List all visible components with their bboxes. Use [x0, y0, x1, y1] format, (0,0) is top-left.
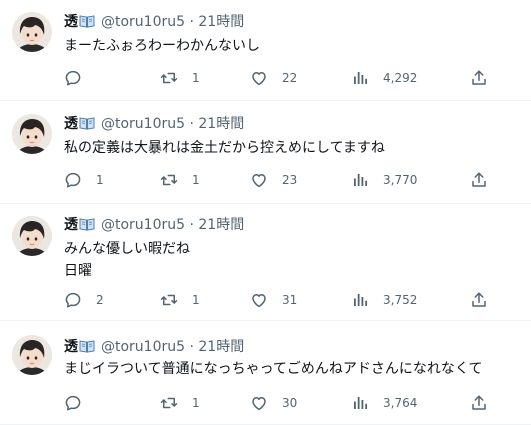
- views-bar-chart-icon: [351, 171, 369, 189]
- timestamp[interactable]: · 21時間: [190, 116, 245, 132]
- reply-button[interactable]: 1: [64, 169, 104, 191]
- like-button[interactable]: 22: [250, 67, 297, 89]
- retweet-icon: [160, 171, 178, 189]
- like-button[interactable]: 31: [250, 289, 297, 311]
- tweet-header: 透 @toru10ru5 · 21時間: [64, 215, 244, 235]
- reply-icon: [64, 291, 82, 309]
- display-name[interactable]: 透: [64, 217, 78, 233]
- retweet-icon: [160, 394, 178, 412]
- tweet-item[interactable]: 透 @toru10ru5 · 21時間まじイラついて普通になっちゃってごめんねアド…: [0, 321, 531, 425]
- timestamp[interactable]: · 21時間: [190, 339, 245, 355]
- reply-count: 2: [96, 293, 104, 307]
- tweet-text-line: まじイラついて普通になっちゃってごめんねアドさんになれなくて: [64, 361, 483, 377]
- retweet-button[interactable]: 1: [160, 67, 200, 89]
- retweet-icon: [160, 69, 178, 87]
- timestamp[interactable]: · 21時間: [190, 217, 245, 233]
- share-button[interactable]: [470, 67, 488, 89]
- user-handle[interactable]: @toru10ru5: [101, 14, 185, 30]
- like-count: 30: [282, 396, 298, 410]
- tweet-text-line: まーたふぉろわーわかんないし: [64, 38, 260, 54]
- tweet-actions: 1 22 4,292: [64, 67, 494, 89]
- tweet-actions: 1 30 3,764: [64, 392, 494, 414]
- user-handle[interactable]: @toru10ru5: [101, 339, 185, 355]
- timestamp[interactable]: · 21時間: [190, 14, 245, 30]
- tweet-header: 透 @toru10ru5 · 21時間: [64, 12, 244, 32]
- reply-button[interactable]: [64, 392, 96, 414]
- tweet-actions: 2 1 31 3,752: [64, 289, 494, 311]
- heart-icon: [250, 69, 268, 87]
- reply-button[interactable]: [64, 67, 96, 89]
- tweet-item[interactable]: 透 @toru10ru5 · 21時間まーたふぉろわーわかんないし 1 22 4,292: [0, 0, 531, 101]
- retweet-icon: [160, 291, 178, 309]
- views-count: 3,764: [383, 396, 418, 410]
- avatar[interactable]: [12, 12, 52, 52]
- retweet-count: 1: [192, 293, 200, 307]
- tweet-feed: 透 @toru10ru5 · 21時間 まーたふぉろわーわかんないし 1 22 4,292…: [0, 0, 531, 425]
- share-icon: [470, 171, 488, 189]
- tweet-actions: 1 1 23 3,770: [64, 169, 494, 191]
- retweet-count: 1: [192, 173, 200, 187]
- share-icon: [470, 69, 488, 87]
- open-book-icon: [79, 14, 95, 34]
- reply-icon: [64, 171, 82, 189]
- like-button[interactable]: 23: [250, 169, 297, 191]
- avatar[interactable]: [12, 216, 52, 256]
- views-count: 3,770: [383, 173, 418, 187]
- open-book-icon: [79, 217, 95, 237]
- tweet-header: 透 @toru10ru5 · 21時間: [64, 337, 244, 357]
- views-button[interactable]: 3,752: [351, 289, 417, 311]
- views-button[interactable]: 4,292: [351, 67, 417, 89]
- reply-icon: [64, 69, 82, 87]
- share-button[interactable]: [470, 289, 488, 311]
- views-bar-chart-icon: [351, 394, 369, 412]
- display-name[interactable]: 透: [64, 339, 78, 355]
- tweet-text-line: 日曜: [64, 263, 92, 279]
- views-count: 4,292: [383, 71, 418, 85]
- like-count: 22: [282, 71, 298, 85]
- share-icon: [470, 394, 488, 412]
- heart-icon: [250, 394, 268, 412]
- avatar[interactable]: [12, 114, 52, 154]
- share-icon: [470, 291, 488, 309]
- display-name[interactable]: 透: [64, 116, 78, 132]
- display-name[interactable]: 透: [64, 14, 78, 30]
- heart-icon: [250, 291, 268, 309]
- open-book-icon: [79, 116, 95, 136]
- open-book-icon: [79, 339, 95, 359]
- retweet-button[interactable]: 1: [160, 289, 200, 311]
- reply-button[interactable]: 2: [64, 289, 104, 311]
- tweet-text: まーたふぉろわーわかんないし: [64, 35, 260, 57]
- tweet-text: みんな優しい暇だね 日曜: [64, 238, 190, 282]
- like-count: 31: [282, 293, 298, 307]
- user-handle[interactable]: @toru10ru5: [101, 116, 185, 132]
- retweet-count: 1: [192, 71, 200, 85]
- tweet-item[interactable]: 透 @toru10ru5 · 21時間私の定義は大暴れは金土だから控えめにしてます…: [0, 101, 531, 204]
- user-handle[interactable]: @toru10ru5: [101, 217, 185, 233]
- retweet-button[interactable]: 1: [160, 169, 200, 191]
- share-button[interactable]: [470, 392, 488, 414]
- tweet-text-line: 私の定義は大暴れは金土だから控えめにしてますね: [64, 140, 385, 156]
- like-count: 23: [282, 173, 298, 187]
- share-button[interactable]: [470, 169, 488, 191]
- like-button[interactable]: 30: [250, 392, 297, 414]
- views-button[interactable]: 3,770: [351, 169, 417, 191]
- views-bar-chart-icon: [351, 291, 369, 309]
- tweet-text: 私の定義は大暴れは金土だから控えめにしてますね: [64, 137, 385, 159]
- views-button[interactable]: 3,764: [351, 392, 417, 414]
- tweet-text-line: みんな優しい暇だね: [64, 241, 190, 257]
- retweet-count: 1: [192, 396, 200, 410]
- heart-icon: [250, 171, 268, 189]
- reply-count: 1: [96, 173, 104, 187]
- tweet-item[interactable]: 透 @toru10ru5 · 21時間 みんな優しい暇だね 日曜 2 1 31 3,752: [0, 204, 531, 321]
- tweet-text: まじイラついて普通になっちゃってごめんねアドさんになれなくて: [64, 358, 482, 380]
- avatar[interactable]: [12, 335, 52, 375]
- views-count: 3,752: [383, 293, 418, 307]
- retweet-button[interactable]: 1: [160, 392, 200, 414]
- reply-icon: [64, 394, 82, 412]
- tweet-header: 透 @toru10ru5 · 21時間: [64, 114, 244, 134]
- views-bar-chart-icon: [351, 69, 369, 87]
